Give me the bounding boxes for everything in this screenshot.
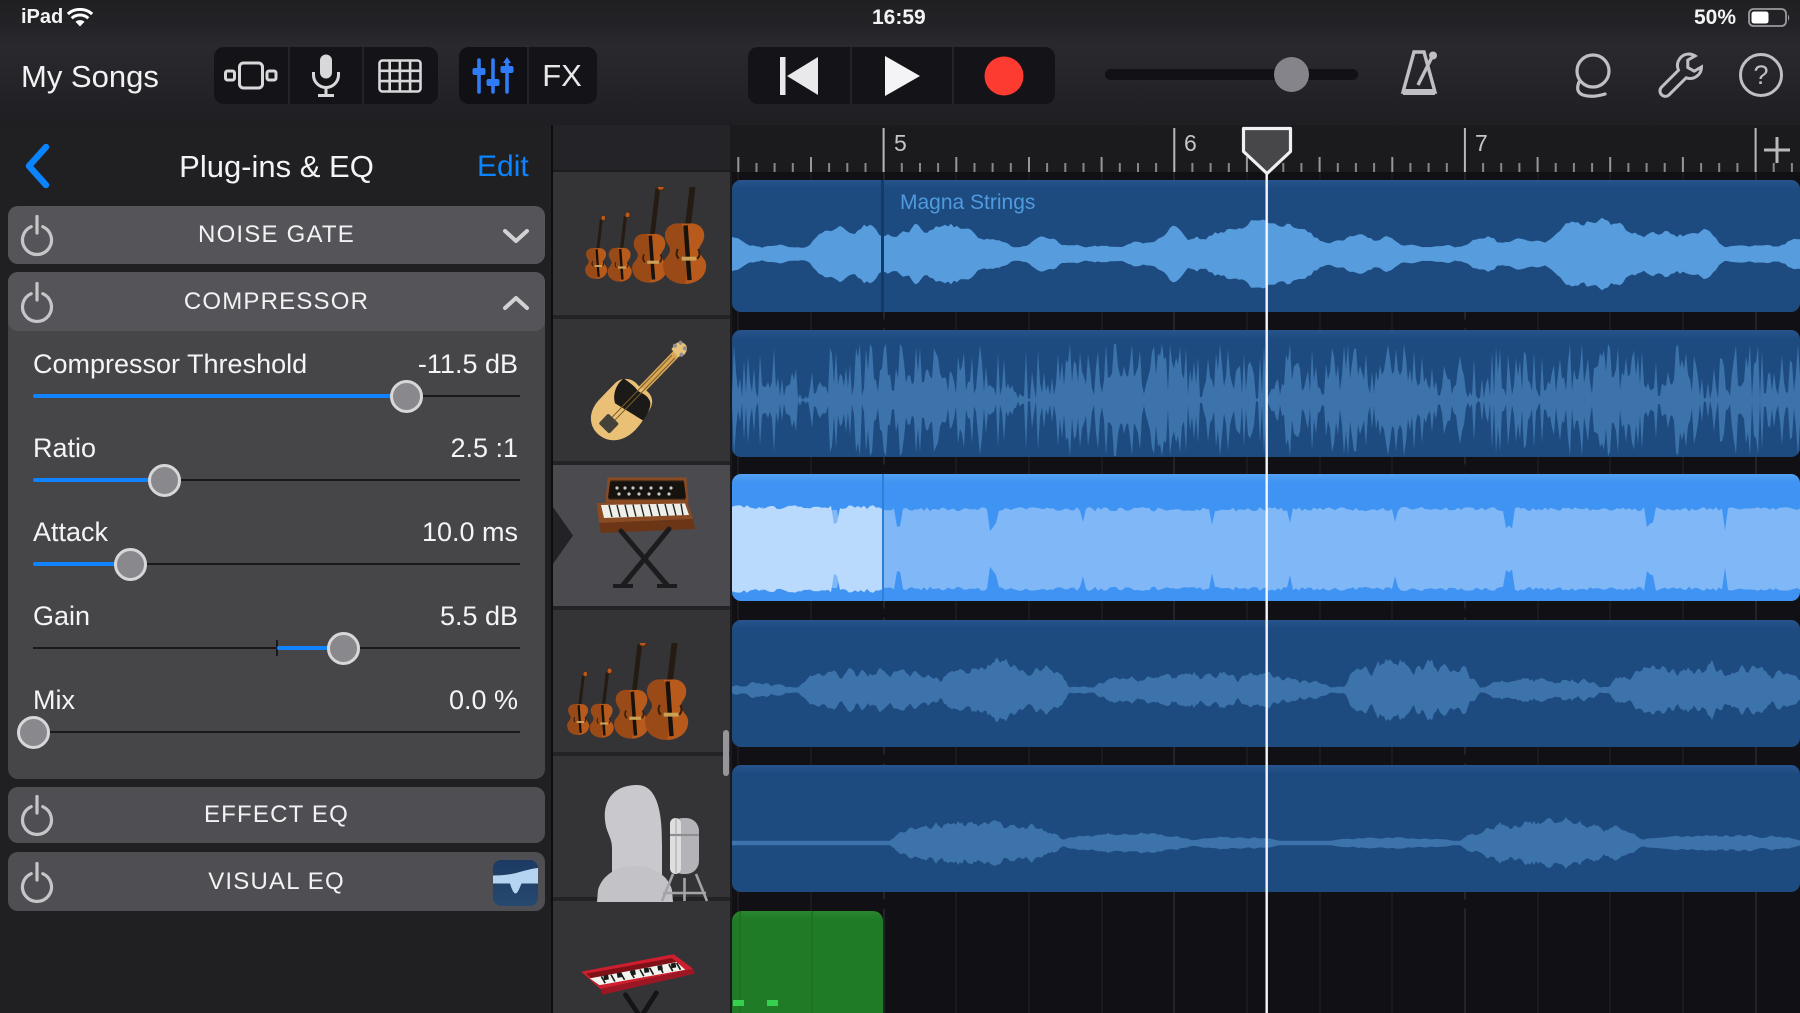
svg-text:?: ? xyxy=(1753,60,1768,90)
